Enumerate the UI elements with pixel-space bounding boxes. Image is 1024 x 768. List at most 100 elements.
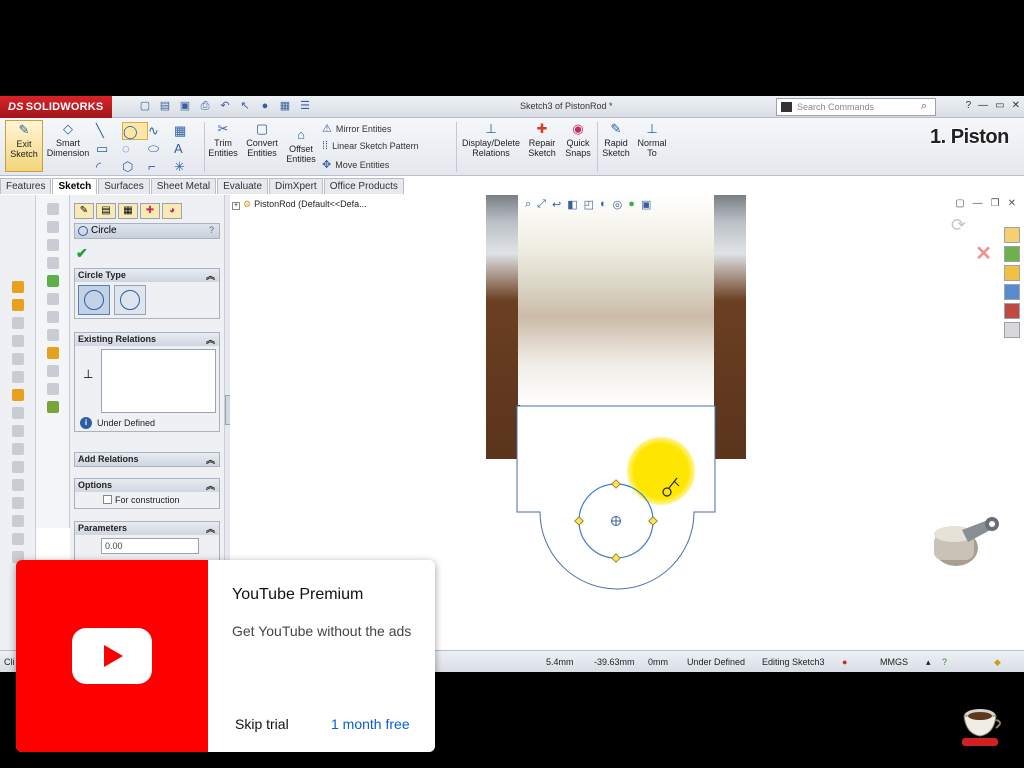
tab-surfaces[interactable]: Surfaces bbox=[98, 178, 150, 194]
tool-icon[interactable] bbox=[11, 281, 24, 293]
linear-pattern-button[interactable]: ⁞⁞ Linear Sketch Pattern bbox=[322, 140, 419, 152]
arc-icon[interactable]: ◜ bbox=[96, 158, 122, 176]
solidworks-logo[interactable]: DS SOLIDWORKS bbox=[0, 96, 112, 118]
circle-icon[interactable]: ◯ bbox=[122, 122, 148, 140]
tool-icon[interactable] bbox=[46, 221, 59, 233]
collapse-icon[interactable]: ︽ bbox=[206, 269, 215, 282]
display-style-icon[interactable]: ◐ bbox=[600, 198, 607, 211]
search-commands-input[interactable]: Search Commands ⌕ bbox=[776, 98, 936, 116]
tab-features[interactable]: Features bbox=[0, 178, 52, 194]
tool-icon[interactable] bbox=[11, 317, 24, 329]
fillet-icon[interactable]: ⌐ bbox=[148, 158, 174, 176]
perimeter-circle-button[interactable] bbox=[114, 285, 146, 315]
tool-icon[interactable] bbox=[46, 383, 59, 395]
tool-icon[interactable] bbox=[46, 203, 59, 215]
appearance-icon[interactable]: ● bbox=[628, 198, 635, 211]
tool-icon[interactable] bbox=[46, 365, 59, 377]
minimize-icon[interactable]: — bbox=[978, 100, 988, 111]
restore-icon[interactable]: ▭ bbox=[995, 100, 1004, 111]
relations-list[interactable] bbox=[101, 349, 216, 413]
display-delete-relations-button[interactable]: ⊥ Display/Delete Relations bbox=[460, 120, 522, 159]
tab-evaluate[interactable]: Evaluate bbox=[217, 178, 269, 194]
ok-checkmark-icon[interactable]: ✔ bbox=[76, 245, 88, 262]
help-icon[interactable]: ? bbox=[209, 225, 214, 235]
rebuild-icon[interactable]: ● bbox=[258, 100, 272, 113]
tab-sheet-metal[interactable]: Sheet Metal bbox=[150, 178, 217, 194]
tile-icon[interactable]: ▢ bbox=[955, 198, 964, 209]
select-icon[interactable]: ↖ bbox=[238, 100, 252, 113]
feature-manager-icon[interactable]: ✎ bbox=[74, 203, 94, 219]
save-icon[interactable]: ▣ bbox=[178, 100, 192, 113]
unit-system[interactable]: MMGS bbox=[880, 657, 908, 667]
center-circle-button[interactable] bbox=[78, 285, 110, 315]
print-icon[interactable]: ⎙ bbox=[198, 100, 212, 113]
tool-icon[interactable] bbox=[11, 353, 24, 365]
trim-entities-button[interactable]: ✂ Trim Entities bbox=[206, 120, 240, 159]
tool-icon[interactable] bbox=[11, 425, 24, 437]
rectangle-icon[interactable]: ▭ bbox=[96, 140, 122, 158]
file-properties-icon[interactable]: ▦ bbox=[278, 100, 292, 113]
tool-icon[interactable] bbox=[46, 329, 59, 341]
collapse-icon[interactable]: ︽ bbox=[206, 333, 215, 346]
view-orientation-icon[interactable]: ◰ bbox=[584, 198, 594, 211]
for-construction-checkbox[interactable]: For construction bbox=[75, 492, 219, 508]
group-header[interactable]: Options ︽ bbox=[75, 479, 219, 492]
quick-snaps-button[interactable]: ◉ Quick Snaps bbox=[562, 120, 594, 159]
convert-entities-button[interactable]: ▢ Convert Entities bbox=[244, 120, 280, 159]
units-dropdown-icon[interactable]: ▴ bbox=[926, 657, 931, 668]
one-month-free-button[interactable]: 1 month free bbox=[331, 716, 410, 732]
minimize-icon[interactable]: — bbox=[973, 198, 983, 209]
display-manager-icon[interactable]: ◕ bbox=[162, 203, 182, 219]
normal-to-button[interactable]: ⊥ Normal To bbox=[636, 120, 668, 159]
repair-sketch-button[interactable]: ✚ Repair Sketch bbox=[526, 120, 558, 159]
exit-sketch-button[interactable]: ✎ Exit Sketch bbox=[5, 120, 43, 172]
appearances-icon[interactable] bbox=[1004, 303, 1020, 319]
open-icon[interactable]: ▤ bbox=[158, 100, 172, 113]
help-icon[interactable]: ? bbox=[942, 657, 947, 667]
close-icon[interactable]: ✕ bbox=[1012, 100, 1020, 111]
tab-sketch[interactable]: Sketch bbox=[52, 178, 98, 194]
slot-icon[interactable]: ◌ bbox=[122, 140, 148, 158]
collapse-icon[interactable]: ︽ bbox=[206, 522, 215, 535]
tool-icon[interactable] bbox=[46, 293, 59, 305]
close-icon[interactable]: ✕ bbox=[1008, 198, 1016, 209]
previous-view-icon[interactable]: ↩ bbox=[552, 198, 561, 211]
tool-icon[interactable] bbox=[11, 299, 24, 311]
group-header[interactable]: Circle Type ︽ bbox=[75, 269, 219, 282]
tool-icon[interactable] bbox=[46, 311, 59, 323]
section-view-icon[interactable]: ◧ bbox=[567, 198, 577, 211]
rebuild-status-icon[interactable]: ● bbox=[842, 657, 847, 667]
new-icon[interactable]: ▢ bbox=[138, 100, 152, 113]
smart-dimension-button[interactable]: ◇ Smart Dimension bbox=[46, 120, 90, 159]
skip-trial-button[interactable]: Skip trial bbox=[235, 716, 289, 732]
point-icon[interactable]: ✳ bbox=[174, 158, 200, 176]
restore-icon[interactable]: ❐ bbox=[991, 198, 1000, 209]
options-icon[interactable]: ☰ bbox=[298, 100, 312, 113]
tool-icon[interactable] bbox=[11, 515, 24, 527]
tool-icon[interactable] bbox=[11, 335, 24, 347]
undo-icon[interactable]: ↶ bbox=[218, 100, 232, 113]
tool-icon[interactable] bbox=[11, 371, 24, 383]
collapse-icon[interactable]: ︽ bbox=[206, 453, 215, 466]
checkbox[interactable] bbox=[103, 495, 112, 504]
tool-icon[interactable] bbox=[46, 275, 59, 287]
group-header[interactable]: Add Relations ︽ bbox=[75, 453, 219, 466]
confirmation-corner-cancel-icon[interactable]: ✕ bbox=[975, 241, 992, 266]
zoom-to-fit-icon[interactable]: ⌕ bbox=[525, 198, 531, 211]
circle-center-point[interactable] bbox=[611, 516, 621, 526]
tool-icon[interactable] bbox=[11, 497, 24, 509]
expand-icon[interactable]: + bbox=[232, 202, 240, 210]
move-entities-button[interactable]: ✥ Move Entities bbox=[322, 158, 389, 171]
tag-icon[interactable]: ◆ bbox=[994, 657, 1001, 668]
file-explorer-icon[interactable] bbox=[1004, 265, 1020, 281]
tab-dimxpert[interactable]: DimXpert bbox=[269, 178, 323, 194]
help-icon[interactable]: ? bbox=[966, 100, 972, 111]
tool-icon[interactable] bbox=[46, 239, 59, 251]
tool-icon[interactable] bbox=[11, 461, 24, 473]
display-icon[interactable]: ▦ bbox=[174, 122, 200, 140]
center-x-field[interactable]: 0.00 bbox=[101, 538, 199, 554]
custom-properties-icon[interactable] bbox=[1004, 322, 1020, 338]
dimxpert-manager-icon[interactable]: ✚ bbox=[140, 203, 160, 219]
tool-icon[interactable] bbox=[46, 401, 59, 413]
line-icon[interactable]: ╲ bbox=[96, 122, 122, 140]
